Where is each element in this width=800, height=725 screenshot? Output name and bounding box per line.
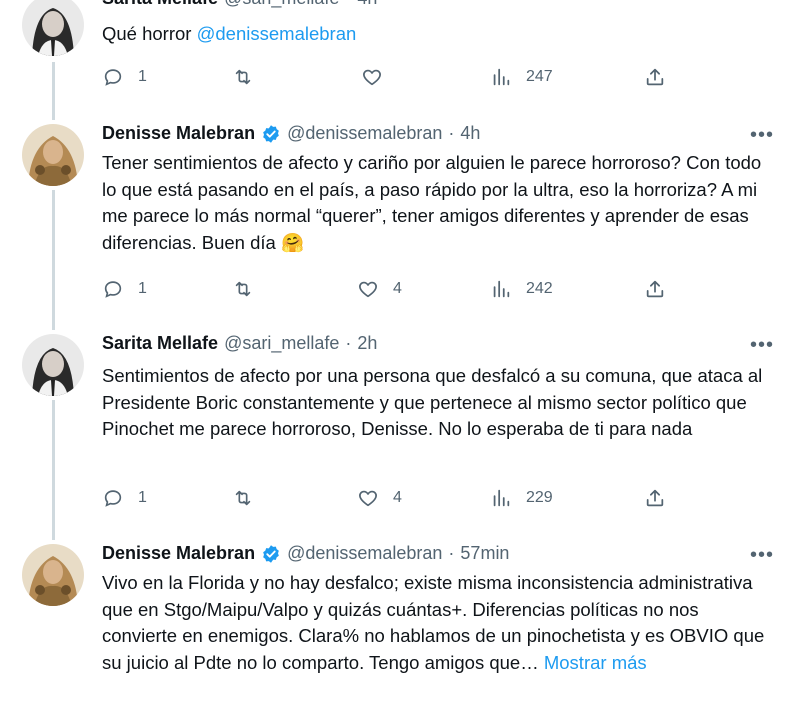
- conversation-thread: Sarita Mellafe @sari_mellafe · 4h Qué ho…: [0, 0, 800, 725]
- retweet-button[interactable]: [232, 276, 268, 302]
- share-icon: [646, 489, 664, 507]
- reply-count: 1: [138, 68, 147, 85]
- like-count: 4: [393, 280, 402, 297]
- heart-icon: [363, 69, 381, 86]
- retweet-button[interactable]: [232, 64, 268, 90]
- analytics-icon: [493, 68, 510, 86]
- verified-badge-icon: [261, 544, 281, 564]
- timestamp[interactable]: 57min: [460, 543, 509, 564]
- timestamp[interactable]: 4h: [460, 123, 480, 144]
- separator-dot: ·: [448, 123, 455, 143]
- like-button[interactable]: 4: [357, 485, 402, 511]
- like-button[interactable]: [361, 64, 397, 90]
- tweet-text: Qué horror @denissemalebran: [102, 21, 772, 48]
- reply-button[interactable]: 1: [102, 276, 147, 302]
- separator-dot: ·: [448, 543, 455, 563]
- display-name[interactable]: Denisse Malebran: [102, 543, 255, 564]
- reply-count: 1: [138, 280, 147, 297]
- separator-dot: ·: [345, 0, 351, 9]
- verified-badge-icon: [261, 124, 281, 144]
- user-handle[interactable]: @denissemalebran: [287, 123, 442, 144]
- analytics-icon: [493, 280, 510, 298]
- avatar[interactable]: [22, 544, 84, 606]
- timestamp[interactable]: 4h: [357, 0, 377, 9]
- tweet-actions: 1 4 229: [102, 485, 682, 511]
- display-name[interactable]: Denisse Malebran: [102, 123, 255, 144]
- tweet-actions: 1 4 242: [102, 276, 682, 302]
- retweet-icon: [235, 490, 251, 506]
- like-button[interactable]: 4: [357, 276, 402, 302]
- mention-link[interactable]: @denissemalebran: [197, 23, 357, 44]
- display-name[interactable]: Sarita Mellafe: [102, 333, 218, 354]
- profile-photo-denisse: [22, 544, 84, 606]
- user-handle[interactable]: @denissemalebran: [287, 543, 442, 564]
- share-button[interactable]: [644, 276, 666, 302]
- tweet-header: Sarita Mellafe @sari_mellafe · 4h: [102, 0, 377, 9]
- profile-photo-sarita: [22, 0, 84, 56]
- display-name[interactable]: Sarita Mellafe: [102, 0, 218, 9]
- avatar[interactable]: [22, 334, 84, 396]
- tweet[interactable]: Denisse Malebran @denissemalebran · 57mi…: [0, 530, 800, 725]
- views-button[interactable]: 242: [490, 276, 553, 302]
- views-count: 247: [526, 68, 553, 85]
- share-button[interactable]: [644, 485, 666, 511]
- tweet-text-body: Qué horror: [102, 23, 197, 44]
- share-icon: [646, 68, 664, 86]
- share-icon: [646, 280, 664, 298]
- tweet-actions: 1 247: [102, 64, 682, 90]
- show-more-link[interactable]: Mostrar más: [544, 652, 647, 673]
- reply-button[interactable]: 1: [102, 64, 147, 90]
- tweet-text-body: Vivo en la Florida y no hay desfalco; ex…: [102, 572, 765, 673]
- profile-photo-denisse: [22, 124, 84, 186]
- tweet-header: Denisse Malebran @denissemalebran · 57mi…: [102, 543, 509, 564]
- tweet[interactable]: Sarita Mellafe @sari_mellafe · 2h ••• Se…: [0, 320, 800, 530]
- views-button[interactable]: 247: [490, 64, 553, 90]
- heart-icon: [359, 281, 377, 298]
- profile-photo-sarita: [22, 334, 84, 396]
- retweet-button[interactable]: [232, 485, 268, 511]
- user-handle[interactable]: @sari_mellafe: [224, 333, 339, 354]
- like-count: 4: [393, 489, 402, 506]
- more-options-icon[interactable]: •••: [750, 124, 774, 147]
- more-options-icon[interactable]: •••: [750, 544, 774, 567]
- analytics-icon: [493, 489, 510, 507]
- separator-dot: ·: [345, 333, 352, 353]
- tweet-text: Tener sentimientos de afecto y cariño po…: [102, 152, 762, 253]
- user-handle[interactable]: @sari_mellafe: [224, 0, 339, 9]
- timestamp[interactable]: 2h: [357, 333, 377, 354]
- reply-icon: [104, 490, 122, 507]
- reply-icon: [104, 69, 122, 86]
- reply-button[interactable]: 1: [102, 485, 147, 511]
- tweet-header: Denisse Malebran @denissemalebran · 4h: [102, 123, 480, 144]
- views-count: 229: [526, 489, 553, 506]
- heart-icon: [359, 490, 377, 507]
- views-button[interactable]: 229: [490, 485, 553, 511]
- more-options-icon[interactable]: •••: [750, 334, 774, 357]
- share-button[interactable]: [644, 64, 666, 90]
- views-count: 242: [526, 280, 553, 297]
- reply-count: 1: [138, 489, 147, 506]
- tweet[interactable]: Sarita Mellafe @sari_mellafe · 4h Qué ho…: [0, 0, 800, 110]
- tweet-text: Vivo en la Florida y no hay desfalco; ex…: [102, 570, 772, 676]
- retweet-icon: [235, 69, 251, 85]
- avatar[interactable]: [22, 0, 84, 56]
- avatar[interactable]: [22, 124, 84, 186]
- tweet-header: Sarita Mellafe @sari_mellafe · 2h: [102, 333, 377, 354]
- retweet-icon: [235, 281, 251, 297]
- tweet-text: Sentimientos de afecto por una persona q…: [102, 365, 763, 439]
- reply-icon: [104, 281, 122, 298]
- tweet[interactable]: Denisse Malebran @denissemalebran · 4h •…: [0, 110, 800, 320]
